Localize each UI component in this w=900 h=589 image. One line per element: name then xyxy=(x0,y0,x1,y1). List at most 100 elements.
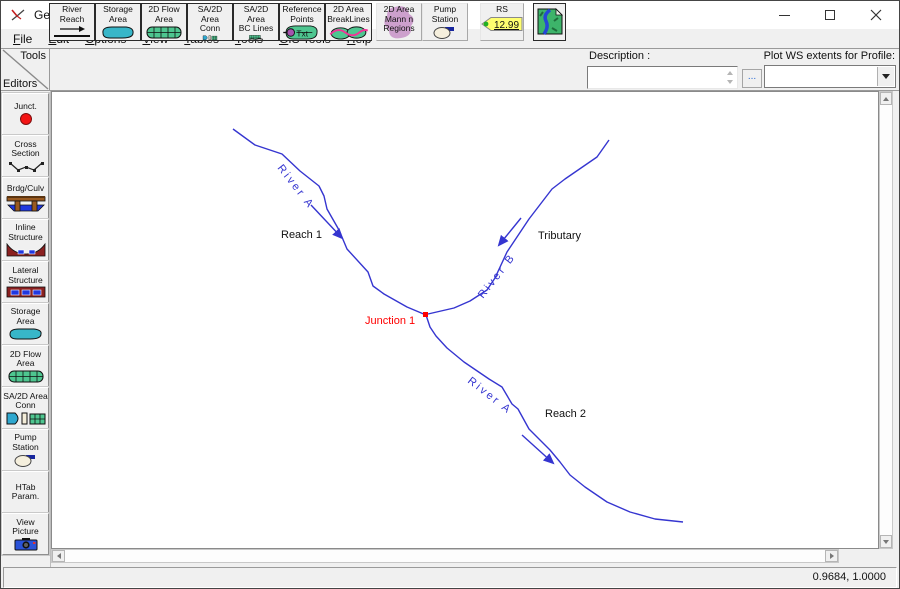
inline-structure-icon xyxy=(6,243,46,257)
2d-flow-area-icon xyxy=(144,25,184,40)
tools-label: Tools xyxy=(20,50,46,62)
sidebar-item-htab-param[interactable]: HTab Param. xyxy=(2,471,49,513)
scroll-down-button[interactable] xyxy=(880,535,892,548)
sa2d-area-conn-icon xyxy=(5,412,47,425)
sidebar-item-label: Lateral Structure xyxy=(8,266,43,285)
sidebar-item-label: Pump Station xyxy=(12,433,38,452)
junction-node[interactable] xyxy=(423,312,428,317)
sidebar-item-cross-section[interactable]: Cross Section xyxy=(2,135,49,177)
vertical-scrollbar[interactable] xyxy=(879,91,893,549)
scroll-up-button[interactable] xyxy=(880,92,892,105)
river-schematic: River A Reach 1 Tributary River B Juncti… xyxy=(52,92,878,548)
storage-area-button[interactable]: Storage Area xyxy=(95,3,141,41)
close-button[interactable] xyxy=(853,1,899,29)
chevron-down-icon xyxy=(882,74,890,79)
svg-text:Txt: Txt xyxy=(296,28,308,38)
river-b-tributary-line xyxy=(428,140,609,314)
sidebar-item-label: 2D Flow Area xyxy=(10,350,41,369)
editors-sidebar: Junct. Cross Section Brdg/Culv xyxy=(1,91,51,588)
2d-area-mann-n-regions-button[interactable]: 2D Area Mann n Regions xyxy=(376,3,422,41)
2d-area-breaklines-button[interactable]: 2D Area BreakLines xyxy=(325,3,372,41)
sa2d-area-conn-icon xyxy=(189,35,231,41)
minimize-button[interactable] xyxy=(761,1,807,29)
2d-area-breaklines-label: 2D Area BreakLines xyxy=(327,5,370,24)
scroll-left-button[interactable] xyxy=(52,550,65,562)
description-expand-button[interactable]: ... xyxy=(742,69,762,88)
rs-button[interactable]: RS 12.99 xyxy=(480,3,524,41)
river-reach-button[interactable]: River Reach xyxy=(49,3,95,41)
spinner-down-icon xyxy=(727,80,733,84)
sidebar-item-junction[interactable]: Junct. xyxy=(2,93,49,135)
description-spinner[interactable] xyxy=(724,68,736,87)
sidebar-item-inline-structure[interactable]: Inline Structure xyxy=(2,219,49,261)
spinner-up-icon xyxy=(727,71,733,75)
sidebar-item-pump-station[interactable]: Pump Station xyxy=(2,429,49,471)
horizontal-scrollbar[interactable] xyxy=(51,549,839,563)
scroll-right-button[interactable] xyxy=(825,550,838,562)
editors-label: Editors xyxy=(3,78,37,90)
maximize-icon xyxy=(825,10,835,20)
lateral-structure-icon xyxy=(6,286,46,298)
scroll-up-icon xyxy=(883,97,889,101)
2d-flow-area-label: 2D Flow Area xyxy=(148,5,179,24)
sidebar-item-label: Storage Area xyxy=(11,307,41,326)
status-bar: 0.9684, 1.0000 xyxy=(3,567,897,588)
pump-station-icon xyxy=(432,25,458,39)
storage-area-icon xyxy=(6,327,46,341)
scroll-left-icon xyxy=(57,553,61,559)
bridge-culvert-icon xyxy=(6,195,46,212)
cursor-coordinates: 0.9684, 1.0000 xyxy=(813,571,886,583)
storage-area-label: Storage Area xyxy=(103,5,133,24)
2d-flow-area-icon xyxy=(7,370,45,383)
tools-editors-corner: Tools Editors xyxy=(1,48,50,91)
storage-area-icon xyxy=(98,25,138,40)
sidebar-item-bridge-culvert[interactable]: Brdg/Culv xyxy=(2,177,49,219)
reference-points-button[interactable]: Reference Points Txt xyxy=(279,3,325,41)
background-map-button[interactable] xyxy=(533,3,566,41)
river-a-reach1-line xyxy=(233,129,426,315)
sidebar-item-2d-flow-area[interactable]: 2D Flow Area xyxy=(2,345,49,387)
schematic-canvas[interactable]: River A Reach 1 Tributary River B Juncti… xyxy=(51,91,879,549)
tributary-label: Tributary xyxy=(538,230,581,242)
profile-dropdown-button[interactable] xyxy=(877,67,894,86)
sidebar-item-lateral-structure[interactable]: Lateral Structure xyxy=(2,261,49,303)
sa2d-area-bc-lines-button[interactable]: SA/2D Area BC Lines xyxy=(233,3,279,41)
maximize-button[interactable] xyxy=(807,1,853,29)
tributary-flow-arrow xyxy=(499,218,521,245)
reference-points-icon: Txt xyxy=(281,25,323,40)
minimize-icon xyxy=(779,15,790,16)
sa2d-area-bc-lines-label: SA/2D Area BC Lines xyxy=(234,5,278,34)
sidebar-item-view-picture[interactable]: View Picture xyxy=(2,513,49,555)
scroll-down-icon xyxy=(883,540,889,544)
sidebar-item-label: Inline Structure xyxy=(8,223,43,242)
sidebar-item-label: Brdg/Culv xyxy=(7,184,44,194)
sidebar-item-label: Junct. xyxy=(14,102,37,112)
rs-tag-icon: 12.99 xyxy=(481,16,523,32)
svg-text:12.99: 12.99 xyxy=(494,20,519,31)
sidebar-item-label: View Picture xyxy=(12,518,38,537)
description-label: Description : xyxy=(589,50,650,62)
river-reach-arrow-icon xyxy=(52,25,92,39)
sa2d-area-conn-button[interactable]: SA/2D Area Conn xyxy=(187,3,233,41)
geometric-data-window: Geometric Data - test gemoetry File Edit… xyxy=(0,0,900,589)
sa2d-area-conn-label: SA/2D Area Conn xyxy=(188,5,232,34)
camera-icon xyxy=(14,538,38,551)
river-b-label: River B xyxy=(476,251,518,301)
pump-station-toolbar-label: Pump Station xyxy=(432,5,458,24)
sidebar-item-storage-area[interactable]: Storage Area xyxy=(2,303,49,345)
description-input[interactable] xyxy=(587,66,738,89)
map-icon xyxy=(537,8,563,35)
sidebar-item-label: HTab Param. xyxy=(12,483,39,502)
reference-points-label: Reference Points xyxy=(282,5,321,24)
menu-file[interactable]: File xyxy=(5,32,40,46)
pump-station-toolbar-button[interactable]: Pump Station xyxy=(422,3,468,41)
sa2d-area-bc-lines-icon xyxy=(235,35,277,41)
2d-flow-area-button[interactable]: 2D Flow Area xyxy=(141,3,187,41)
sidebar-item-sa2d-area-conn[interactable]: SA/2D Area Conn xyxy=(2,387,49,429)
profile-label: Plot WS extents for Profile: xyxy=(764,50,895,62)
app-icon xyxy=(10,8,26,22)
junction-label: Junction 1 xyxy=(365,315,415,327)
2d-area-mann-n-regions-label: 2D Area Mann n Regions xyxy=(383,5,414,34)
close-icon xyxy=(870,9,882,21)
profile-dropdown[interactable] xyxy=(764,65,896,88)
